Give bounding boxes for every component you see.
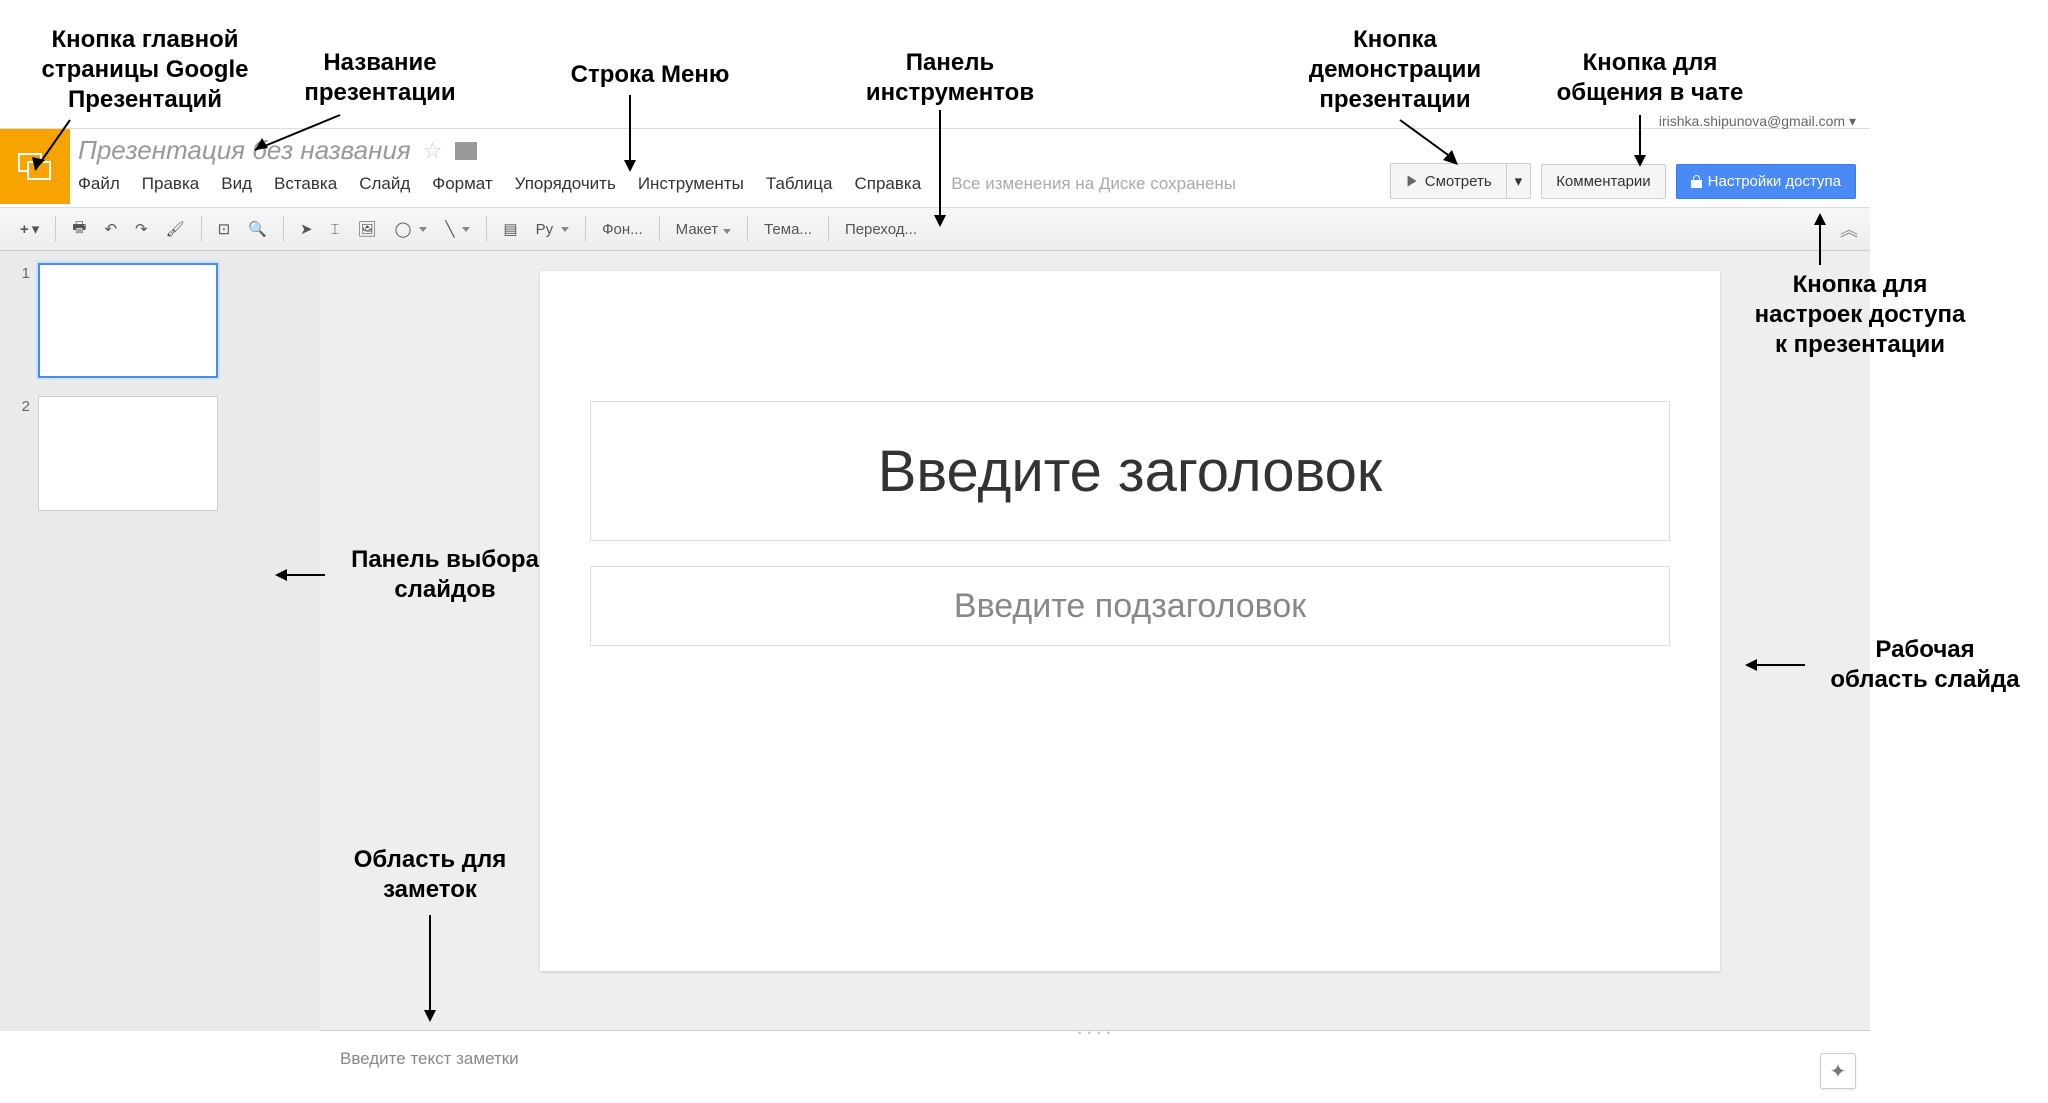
zoom-fit-icon[interactable]: ⊡ (210, 215, 239, 243)
annotation-share: Кнопка длянастроек доступак презентации (1720, 270, 2000, 360)
menu-help[interactable]: Справка (855, 174, 922, 194)
lang-dropdown[interactable]: Ру (528, 216, 578, 243)
play-icon (1405, 174, 1419, 188)
menu-edit[interactable]: Правка (142, 174, 199, 194)
textbox-icon[interactable]: ⌶ (323, 216, 348, 243)
notes-placeholder: Введите текст заметки (340, 1049, 519, 1068)
theme-button[interactable]: Тема... (756, 216, 820, 243)
menu-tools[interactable]: Инструменты (638, 174, 744, 194)
new-slide-button[interactable]: + ▾ (12, 215, 47, 243)
redo-icon[interactable]: ↷ (127, 215, 156, 243)
slide-panel: 1 2 (0, 251, 320, 1031)
lock-icon (1691, 175, 1702, 188)
slide-preview (38, 263, 218, 378)
transition-button[interactable]: Переход... (837, 216, 925, 243)
title-placeholder-text: Введите заголовок (878, 438, 1383, 505)
line-icon[interactable]: ╲ (437, 215, 478, 243)
slide-number: 2 (10, 396, 30, 511)
layout-button[interactable]: Макет (668, 216, 739, 243)
menu-arrange[interactable]: Упорядочить (515, 174, 616, 194)
resize-handle-icon[interactable]: • • • • (1078, 1028, 1112, 1038)
comment-icon[interactable]: ▤ (495, 215, 525, 243)
menu-format[interactable]: Формат (432, 174, 492, 194)
explore-button[interactable]: ✦ (1820, 1053, 1856, 1089)
paint-format-icon[interactable]: 🖌 (158, 215, 193, 243)
zoom-icon[interactable]: 🔍 (240, 215, 275, 243)
annotation-notes: Область длязаметок (330, 845, 530, 905)
image-icon[interactable]: 🖼 (350, 215, 385, 243)
annotation-title: Названиепрезентации (280, 48, 480, 108)
background-button[interactable]: Фон... (594, 216, 651, 243)
subtitle-placeholder-box[interactable]: Введите подзаголовок (590, 566, 1670, 646)
app-window: irishka.shipunova@gmail.com ▾ Презентаци… (0, 128, 1870, 1103)
annotation-home: Кнопка главнойстраницы GoogleПрезентаций (10, 25, 280, 115)
annotation-present: Кнопкадемонстрациипрезентации (1280, 25, 1510, 115)
slide-preview (38, 396, 218, 511)
collapse-toolbar-icon[interactable]: ︽ (1840, 216, 1858, 242)
menu-insert[interactable]: Вставка (274, 174, 337, 194)
speaker-notes[interactable]: • • • • Введите текст заметки (320, 1030, 1870, 1103)
menu-table[interactable]: Таблица (766, 174, 833, 194)
menu-view[interactable]: Вид (221, 174, 252, 194)
title-placeholder-box[interactable]: Введите заголовок (590, 401, 1670, 541)
slide-number: 1 (10, 263, 30, 378)
annotation-chat: Кнопка дляобщения в чате (1550, 48, 1750, 108)
save-status: Все изменения на Диске сохранены (951, 174, 1236, 194)
present-dropdown[interactable]: ▾ (1507, 163, 1532, 199)
menu-bar: Файл Правка Вид Вставка Слайд Формат Упо… (78, 174, 1236, 194)
slide-thumb-1[interactable]: 1 (10, 263, 310, 378)
canvas-area: Введите заголовок Введите подзаголовок (320, 251, 1870, 1031)
user-email[interactable]: irishka.shipunova@gmail.com ▾ (1659, 113, 1856, 130)
subtitle-placeholder-text: Введите подзаголовок (954, 587, 1306, 626)
menu-slide[interactable]: Слайд (359, 174, 410, 194)
shape-icon[interactable]: ◯ (387, 215, 436, 243)
undo-icon[interactable]: ↶ (96, 215, 125, 243)
annotation-toolbar: Панельинструментов (850, 48, 1050, 108)
workspace: 1 2 Введите заголовок Введите подзаголов… (0, 251, 1870, 1031)
slide-canvas[interactable]: Введите заголовок Введите подзаголовок (540, 271, 1720, 971)
annotation-slidepanel: Панель выбораслайдов (330, 545, 560, 605)
share-button[interactable]: Настройки доступа (1676, 164, 1856, 199)
star-icon[interactable]: ☆ (423, 138, 443, 164)
select-icon[interactable]: ➤ (292, 215, 321, 243)
menu-file[interactable]: Файл (78, 174, 120, 194)
annotation-workarea: Рабочаяобласть слайда (1810, 635, 2040, 695)
slide-thumb-2[interactable]: 2 (10, 396, 310, 511)
annotation-menu: Строка Меню (550, 60, 750, 90)
print-icon[interactable]: 🖶 (64, 212, 94, 247)
folder-icon[interactable] (455, 142, 477, 160)
